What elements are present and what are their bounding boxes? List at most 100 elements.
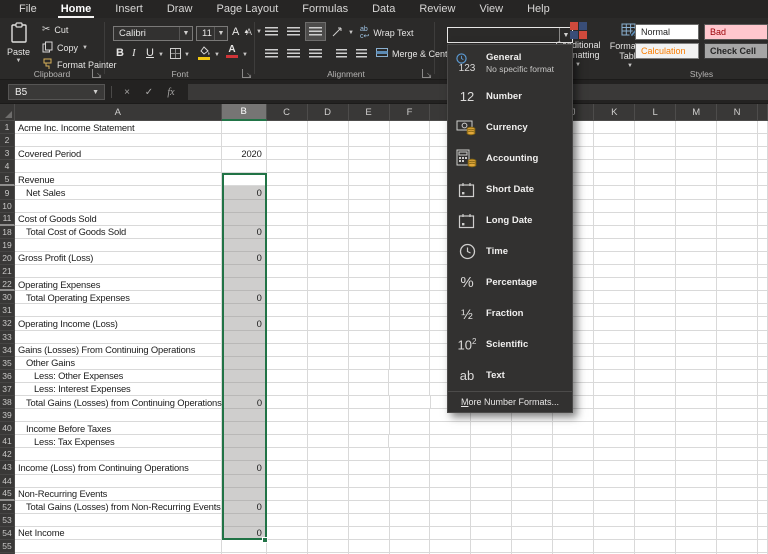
menu-item-short-date[interactable]: Short Date bbox=[448, 174, 572, 205]
cell-N22[interactable] bbox=[717, 278, 758, 291]
cell-L43[interactable] bbox=[635, 461, 676, 474]
cell-C39[interactable] bbox=[267, 409, 308, 422]
cell-F35[interactable] bbox=[390, 357, 431, 370]
column-header-e[interactable]: E bbox=[349, 104, 390, 121]
cell-C1[interactable] bbox=[267, 121, 308, 134]
cell-E19[interactable] bbox=[349, 239, 390, 252]
cell-H52[interactable] bbox=[471, 501, 512, 514]
cell-D22[interactable] bbox=[308, 278, 349, 291]
cell-K36[interactable] bbox=[594, 370, 635, 383]
cell-M21[interactable] bbox=[676, 265, 717, 278]
cell-N19[interactable] bbox=[717, 239, 758, 252]
cell-A20[interactable]: Gross Profit (Loss) bbox=[15, 252, 222, 265]
cell-N36[interactable] bbox=[717, 370, 758, 383]
cell-B36[interactable] bbox=[222, 370, 267, 383]
cell-D10[interactable] bbox=[308, 200, 349, 213]
row-header-37[interactable]: 37 bbox=[0, 383, 15, 396]
cell-K41[interactable] bbox=[594, 435, 635, 448]
cell-E31[interactable] bbox=[349, 304, 390, 317]
cell-C53[interactable] bbox=[267, 514, 308, 527]
cell-B54[interactable]: 0 bbox=[222, 527, 267, 540]
column-header-d[interactable]: D bbox=[308, 104, 349, 121]
cell-M38[interactable] bbox=[676, 396, 717, 409]
font-color-chevron-icon[interactable]: ▼ bbox=[242, 52, 248, 58]
cell-N9[interactable] bbox=[717, 186, 758, 199]
cell-L36[interactable] bbox=[635, 370, 676, 383]
cell-E55[interactable] bbox=[349, 540, 390, 553]
cell-N10[interactable] bbox=[717, 200, 758, 213]
row-header-9[interactable]: 9 bbox=[0, 186, 15, 199]
align-right-button[interactable] bbox=[306, 45, 325, 62]
cell-D3[interactable] bbox=[308, 147, 349, 160]
cell-F44[interactable] bbox=[390, 475, 431, 488]
cell-M35[interactable] bbox=[676, 357, 717, 370]
cell-E18[interactable] bbox=[349, 226, 390, 239]
menu-item-number[interactable]: 12Number bbox=[448, 81, 572, 112]
cell-C10[interactable] bbox=[267, 200, 308, 213]
middle-align-button[interactable] bbox=[284, 23, 303, 40]
row-header-36[interactable]: 36 bbox=[0, 370, 15, 383]
cell-D5[interactable] bbox=[308, 173, 349, 186]
cell-C42[interactable] bbox=[267, 448, 308, 461]
row-header-3[interactable]: 3 bbox=[0, 147, 15, 160]
cell-E22[interactable] bbox=[349, 278, 390, 291]
cell-M40[interactable] bbox=[676, 422, 717, 435]
cell-A11[interactable]: Cost of Goods Sold bbox=[15, 213, 222, 226]
cell-B4[interactable] bbox=[222, 160, 267, 173]
insert-function-button[interactable]: fx bbox=[162, 84, 180, 100]
cell-M31[interactable] bbox=[676, 304, 717, 317]
cell-C45[interactable] bbox=[267, 488, 308, 501]
menu-item-time[interactable]: Time bbox=[448, 236, 572, 267]
menu-item-fraction[interactable]: ½Fraction bbox=[448, 298, 572, 329]
cell-A33[interactable] bbox=[15, 331, 222, 344]
cell-G54[interactable] bbox=[430, 527, 471, 540]
cell-B10[interactable] bbox=[222, 200, 267, 213]
cell-F43[interactable] bbox=[390, 461, 431, 474]
cell-J53[interactable] bbox=[553, 514, 594, 527]
cell-A40[interactable]: Income Before Taxes bbox=[15, 422, 222, 435]
cell-I44[interactable] bbox=[512, 475, 553, 488]
cell-K40[interactable] bbox=[594, 422, 635, 435]
paste-button[interactable]: Paste ▼ bbox=[7, 22, 30, 64]
cell-A39[interactable] bbox=[15, 409, 222, 422]
cell-C9[interactable] bbox=[267, 186, 308, 199]
cell-L19[interactable] bbox=[635, 239, 676, 252]
cell-J54[interactable] bbox=[553, 527, 594, 540]
cell-A42[interactable] bbox=[15, 448, 222, 461]
cell-N34[interactable] bbox=[717, 344, 758, 357]
cell-C31[interactable] bbox=[267, 304, 308, 317]
cell-E33[interactable] bbox=[349, 331, 390, 344]
cell-M53[interactable] bbox=[676, 514, 717, 527]
cell-M22[interactable] bbox=[676, 278, 717, 291]
cell-K31[interactable] bbox=[594, 304, 635, 317]
cell-N38[interactable] bbox=[717, 396, 758, 409]
cell-F1[interactable] bbox=[390, 121, 431, 134]
cell-D4[interactable] bbox=[308, 160, 349, 173]
cell-E9[interactable] bbox=[349, 186, 390, 199]
row-header-1[interactable]: 1 bbox=[0, 121, 15, 134]
cell-E3[interactable] bbox=[349, 147, 390, 160]
cell-E35[interactable] bbox=[349, 357, 390, 370]
cell-F45[interactable] bbox=[390, 488, 431, 501]
menu-item-currency[interactable]: Currency bbox=[448, 112, 572, 143]
cell-E43[interactable] bbox=[349, 461, 390, 474]
italic-button[interactable]: I bbox=[132, 47, 136, 59]
tab-help[interactable]: Help bbox=[516, 0, 561, 18]
cell-I55[interactable] bbox=[512, 540, 553, 553]
cell-A35[interactable]: Other Gains bbox=[15, 357, 222, 370]
cell-M5[interactable] bbox=[676, 173, 717, 186]
cell-K34[interactable] bbox=[594, 344, 635, 357]
cell-F19[interactable] bbox=[390, 239, 431, 252]
cell-D19[interactable] bbox=[308, 239, 349, 252]
cell-L35[interactable] bbox=[635, 357, 676, 370]
style-chip-normal[interactable]: Normal bbox=[635, 24, 699, 40]
cell-N21[interactable] bbox=[717, 265, 758, 278]
cell-E11[interactable] bbox=[349, 213, 390, 226]
borders-chevron-icon[interactable]: ▼ bbox=[184, 52, 190, 58]
cell-F10[interactable] bbox=[390, 200, 431, 213]
cell-N2[interactable] bbox=[717, 134, 758, 147]
cell-M42[interactable] bbox=[676, 448, 717, 461]
cell-H40[interactable] bbox=[471, 422, 512, 435]
cell-E52[interactable] bbox=[349, 501, 390, 514]
cell-G55[interactable] bbox=[430, 540, 471, 553]
